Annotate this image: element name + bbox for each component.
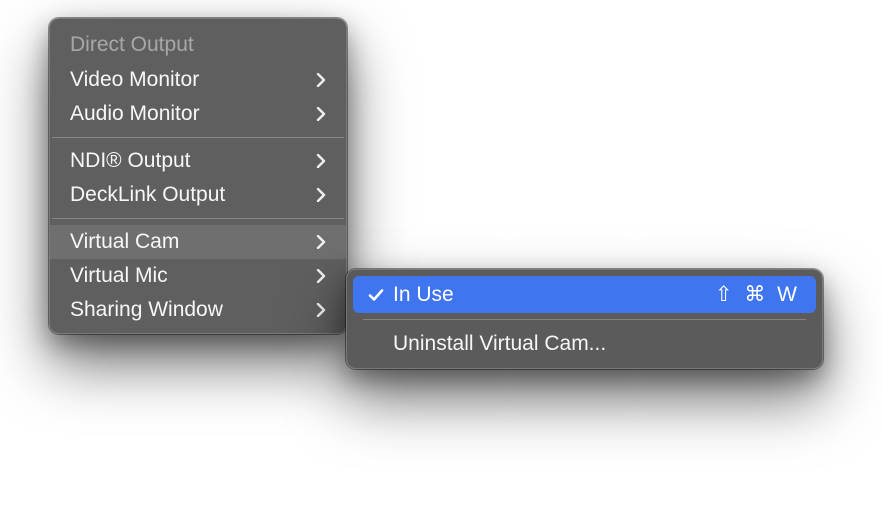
submenu-item-in-use[interactable]: In Use ⇧ ⌘ W [353, 276, 816, 313]
chevron-right-icon [314, 235, 328, 249]
submenu-item-label: In Use [393, 283, 715, 307]
menu-item-virtual-cam[interactable]: Virtual Cam [50, 225, 346, 259]
menu-item-decklink-output[interactable]: DeckLink Output [50, 178, 346, 212]
menu-section-header: Direct Output [50, 25, 346, 63]
keyboard-shortcut: ⇧ ⌘ W [715, 282, 800, 307]
virtual-cam-submenu: In Use ⇧ ⌘ W Uninstall Virtual Cam... [346, 269, 823, 369]
direct-output-menu: Direct Output Video Monitor Audio Monito… [49, 18, 347, 334]
menu-item-sharing-window[interactable]: Sharing Window [50, 293, 346, 327]
menu-item-label: Virtual Mic [70, 264, 168, 288]
chevron-right-icon [314, 269, 328, 283]
chevron-right-icon [314, 303, 328, 317]
menu-item-label: DeckLink Output [70, 183, 225, 207]
chevron-right-icon [314, 73, 328, 87]
chevron-right-icon [314, 107, 328, 121]
menu-item-label: Audio Monitor [70, 102, 200, 126]
submenu-item-uninstall-virtual-cam[interactable]: Uninstall Virtual Cam... [353, 326, 816, 362]
menu-separator [52, 137, 344, 138]
menu-item-label: Sharing Window [70, 298, 223, 322]
checkmark-icon [367, 286, 393, 304]
menu-item-audio-monitor[interactable]: Audio Monitor [50, 97, 346, 131]
menu-item-label: Video Monitor [70, 68, 199, 92]
chevron-right-icon [314, 188, 328, 202]
menu-item-label: Virtual Cam [70, 230, 179, 254]
menu-item-video-monitor[interactable]: Video Monitor [50, 63, 346, 97]
menu-separator [52, 218, 344, 219]
menu-item-label: NDI® Output [70, 149, 191, 173]
submenu-item-label: Uninstall Virtual Cam... [393, 332, 800, 356]
chevron-right-icon [314, 154, 328, 168]
menu-item-ndi-output[interactable]: NDI® Output [50, 144, 346, 178]
menu-item-virtual-mic[interactable]: Virtual Mic [50, 259, 346, 293]
submenu-separator [363, 319, 806, 320]
